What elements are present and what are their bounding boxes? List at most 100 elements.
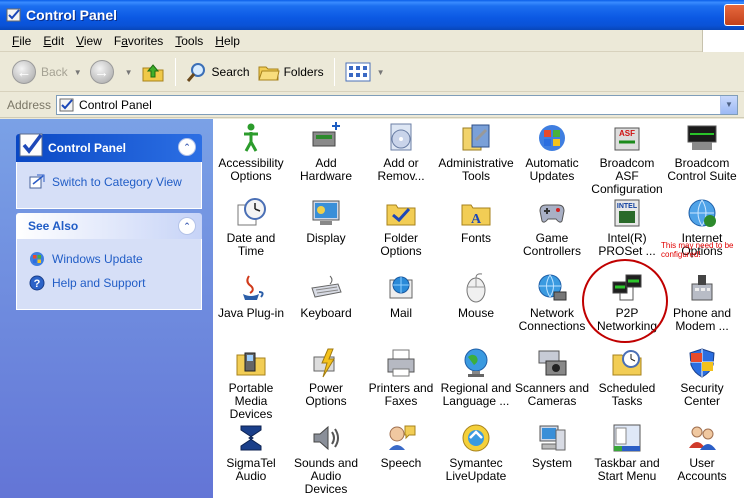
address-dropdown-icon[interactable]: ▼ xyxy=(720,95,737,114)
taskbar-start-menu-icon xyxy=(613,424,641,452)
item-label: Speech xyxy=(380,456,422,470)
control-panel-item-symantec-liveupdate[interactable]: Symantec LiveUpdate xyxy=(438,422,514,483)
control-panel-item-java[interactable]: Java Plug-in xyxy=(213,272,289,320)
svg-text:INTEL: INTEL xyxy=(617,203,638,210)
annotation-text: This may need to be configured! xyxy=(661,241,734,259)
control-panel-item-intel-proset[interactable]: INTEL Intel(R) PROSet ... xyxy=(589,197,665,258)
control-panel-item-game-controllers[interactable]: Game Controllers xyxy=(514,197,590,258)
date-time-icon xyxy=(237,198,266,226)
switch-to-category-view-link[interactable]: Switch to Category View xyxy=(29,174,189,190)
add-hardware-icon xyxy=(312,122,340,147)
control-panel-item-portable-media[interactable]: Portable Media Devices xyxy=(213,347,289,421)
windows-update-link[interactable]: Windows Update xyxy=(29,251,189,267)
views-dropdown-icon[interactable]: ▼ xyxy=(377,68,385,77)
help-and-support-link[interactable]: ? Help and Support xyxy=(29,275,189,291)
control-panel-item-printers-faxes[interactable]: Printers and Faxes xyxy=(363,347,439,408)
broadcom-asf-icon: ASF xyxy=(614,127,640,151)
control-panel-item-add-remove-programs[interactable]: Add or Remov... xyxy=(363,122,439,183)
symantec-liveupdate-icon xyxy=(462,424,490,452)
control-panel-box-body: Switch to Category View xyxy=(16,162,202,209)
menu-view[interactable]: View xyxy=(70,32,108,50)
see-also-box-body: Windows Update ? Help and Support xyxy=(16,239,202,310)
control-panel-item-scheduled-tasks[interactable]: Scheduled Tasks xyxy=(589,347,665,408)
item-label: Intel(R) PROSet ... xyxy=(598,231,656,258)
window-controls-stub[interactable] xyxy=(724,4,744,26)
control-panel-item-display[interactable]: Display xyxy=(288,197,364,245)
control-panel-item-network-connections[interactable]: Network Connections xyxy=(514,272,590,333)
up-folder-icon xyxy=(142,64,164,82)
control-panel-item-fonts[interactable]: A Fonts xyxy=(438,197,514,245)
control-panel-box-header[interactable]: Control Panel ⌃ xyxy=(16,133,202,162)
phone-modem-icon xyxy=(691,275,713,301)
item-label: Mouse xyxy=(457,306,495,320)
menu-bar: File Edit View Favorites Tools Help xyxy=(0,30,744,52)
search-button[interactable]: Search xyxy=(182,56,254,88)
back-arrow-icon: ← xyxy=(12,60,36,84)
broadcom-control-suite-icon xyxy=(687,125,717,150)
control-panel-box-title: Control Panel xyxy=(48,141,127,155)
up-folder-button[interactable] xyxy=(137,56,169,88)
back-dropdown-icon[interactable]: ▼ xyxy=(74,68,82,77)
title-bar: Control Panel xyxy=(0,0,744,30)
switch-to-category-view-label: Switch to Category View xyxy=(52,175,182,189)
see-also-box-header[interactable]: See Also ⌃ xyxy=(16,213,202,239)
menu-file[interactable]: File xyxy=(6,32,37,50)
menu-tools[interactable]: Tools xyxy=(169,32,209,50)
control-panel-item-taskbar-start-menu[interactable]: Taskbar and Start Menu xyxy=(589,422,665,483)
control-panel-item-mail[interactable]: Mail xyxy=(363,272,439,320)
views-button[interactable]: ▼ xyxy=(341,56,389,88)
control-panel-item-date-time[interactable]: Date and Time xyxy=(213,197,289,258)
control-panel-item-regional-language[interactable]: Regional and Language ... xyxy=(438,347,514,408)
control-panel-item-add-hardware[interactable]: Add Hardware xyxy=(288,122,364,183)
portable-media-icon xyxy=(236,352,266,376)
item-label: Mail xyxy=(389,306,412,320)
item-label: Keyboard xyxy=(300,306,352,320)
menu-edit[interactable]: Edit xyxy=(37,32,70,50)
item-label: Broadcom Control Suite xyxy=(667,156,737,183)
search-icon xyxy=(186,63,205,82)
collapse-chevron-icon[interactable]: ⌃ xyxy=(178,138,196,156)
java-icon xyxy=(243,275,264,300)
sounds-audio-icon xyxy=(313,425,339,451)
control-panel-item-system[interactable]: System xyxy=(514,422,590,470)
control-panel-item-accessibility[interactable]: Accessibility Options xyxy=(213,122,289,183)
control-panel-item-phone-modem[interactable]: Phone and Modem ... xyxy=(664,272,740,333)
item-label: Scheduled Tasks xyxy=(598,381,656,408)
control-panel-item-power-options[interactable]: Power Options xyxy=(288,347,364,408)
control-panel-item-user-accounts[interactable]: User Accounts xyxy=(664,422,740,483)
control-panel-item-sigmatel-audio[interactable]: SigmaTel Audio xyxy=(213,422,289,483)
control-panel-icon xyxy=(19,133,43,157)
mail-icon xyxy=(389,276,413,299)
collapse-chevron-icon[interactable]: ⌃ xyxy=(178,217,196,235)
control-panel-item-mouse[interactable]: Mouse xyxy=(438,272,514,320)
item-label: Power Options xyxy=(305,381,347,408)
item-label: Phone and Modem ... xyxy=(672,306,732,333)
search-label: Search xyxy=(211,65,250,79)
item-label: Security Center xyxy=(680,381,724,408)
forward-dropdown-icon[interactable]: ▼ xyxy=(125,68,133,77)
control-panel-item-scanners-cameras[interactable]: Scanners and Cameras xyxy=(514,347,590,408)
control-panel-item-sounds-audio[interactable]: Sounds and Audio Devices xyxy=(288,422,364,496)
control-panel-item-security-center[interactable]: Security Center xyxy=(664,347,740,408)
sigmatel-audio-icon xyxy=(240,425,262,451)
address-input[interactable]: Control Panel ▼ xyxy=(56,94,738,115)
item-label: Accessibility Options xyxy=(218,156,284,183)
forward-button[interactable]: → ▼ xyxy=(86,56,137,88)
svg-text:ASF: ASF xyxy=(619,129,635,138)
see-also-title: See Also xyxy=(28,219,79,233)
back-button[interactable]: ← Back ▼ xyxy=(8,56,86,88)
p2p-highlight-circle xyxy=(582,259,668,343)
control-panel-item-broadcom-control-suite[interactable]: Broadcom Control Suite xyxy=(664,122,740,183)
menu-help[interactable]: Help xyxy=(209,32,246,50)
svg-text:A: A xyxy=(471,212,482,227)
back-label: Back xyxy=(41,65,68,79)
control-panel-item-folder-options[interactable]: Folder Options xyxy=(363,197,439,258)
control-panel-item-keyboard[interactable]: Keyboard xyxy=(288,272,364,320)
toolbar-separator xyxy=(174,58,176,86)
control-panel-item-speech[interactable]: Speech xyxy=(363,422,439,470)
control-panel-item-broadcom-asf[interactable]: ASF Broadcom ASF Configuration xyxy=(589,122,665,196)
folders-button[interactable]: Folders xyxy=(254,56,328,88)
control-panel-item-administrative-tools[interactable]: Administrative Tools xyxy=(438,122,514,183)
control-panel-item-automatic-updates[interactable]: Automatic Updates xyxy=(514,122,590,183)
menu-favorites[interactable]: Favorites xyxy=(108,32,169,50)
